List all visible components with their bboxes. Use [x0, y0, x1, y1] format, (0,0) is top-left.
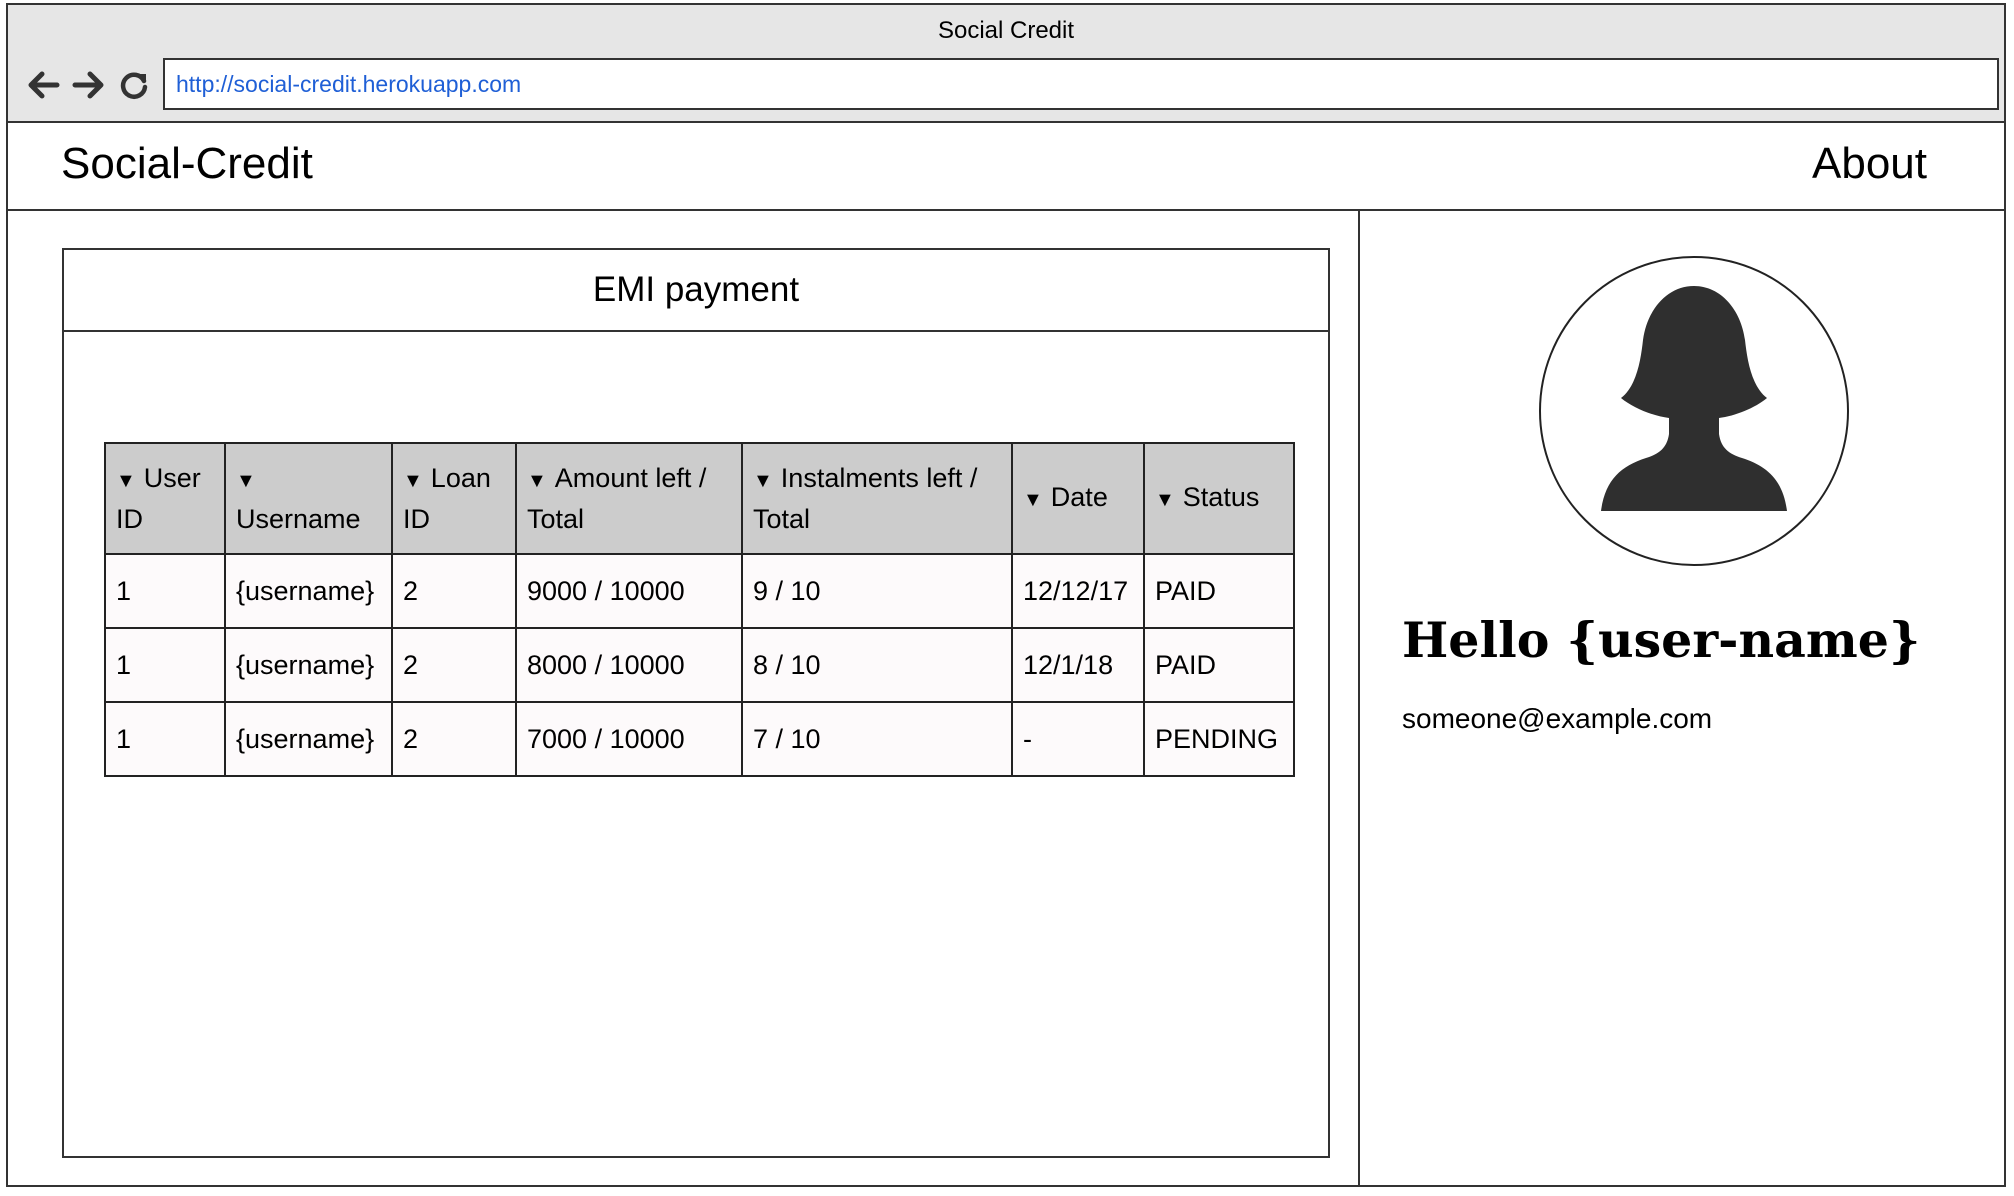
cell-user-id: 1: [104, 701, 226, 777]
triangle-down-icon: ▼: [753, 470, 773, 492]
triangle-down-icon: ▼: [527, 470, 547, 492]
cell-date: 12/1/18: [1011, 627, 1145, 703]
cell-user-id: 1: [104, 627, 226, 703]
emi-payment-panel: EMI payment ▼ User ID ▼ Username ▼ Loan ID ▼ A…: [62, 248, 1330, 1158]
reload-button[interactable]: [114, 65, 154, 105]
table-header-row: ▼ User ID ▼ Username ▼ Loan ID ▼ Amount left /…: [104, 442, 1295, 555]
panel-title: EMI payment: [64, 250, 1328, 332]
cell-loan-id: 2: [391, 701, 517, 777]
brand-link[interactable]: Social-Credit: [61, 139, 313, 189]
back-button[interactable]: [23, 65, 63, 105]
url-bar[interactable]: http://social-credit.herokuapp.com: [163, 58, 1999, 110]
column-header-user-id[interactable]: ▼ User ID: [104, 442, 226, 555]
cell-amount: 8000 / 10000: [515, 627, 743, 703]
cell-date: -: [1011, 701, 1145, 777]
refresh-icon: [120, 72, 148, 99]
url-text: http://social-credit.herokuapp.com: [176, 71, 522, 97]
column-header-status[interactable]: ▼ Status: [1143, 442, 1295, 555]
browser-window: Social Credit http://social-credit.herok…: [6, 3, 2006, 1187]
profile-email: someone@example.com: [1402, 703, 1713, 734]
cell-instalments: 7 / 10: [741, 701, 1013, 777]
cell-loan-id: 2: [391, 553, 517, 629]
cell-instalments: 8 / 10: [741, 627, 1013, 703]
cell-loan-id: 2: [391, 627, 517, 703]
triangle-down-icon: ▼: [116, 470, 136, 492]
sidebar-divider: [1358, 211, 1360, 1185]
cell-status: PAID: [1143, 627, 1295, 703]
triangle-down-icon: ▼: [1023, 489, 1043, 511]
cell-status: PENDING: [1143, 701, 1295, 777]
triangle-down-icon: ▼: [236, 470, 256, 492]
cell-username: {username}: [224, 701, 393, 777]
table-row: 1 {username} 2 8000 / 10000 8 / 10 12/1/…: [104, 627, 1295, 703]
column-header-username[interactable]: ▼ Username: [224, 442, 393, 555]
cell-username: {username}: [224, 627, 393, 703]
cell-status: PAID: [1143, 553, 1295, 629]
window-title: Social Credit: [937, 17, 1075, 44]
arrow-right-icon: [72, 71, 104, 99]
cell-user-id: 1: [104, 553, 226, 629]
profile-greeting: Hello {user-name}: [1402, 611, 1921, 669]
arrow-left-icon: [28, 71, 60, 99]
cell-amount: 9000 / 10000: [515, 553, 743, 629]
cell-date: 12/12/17: [1011, 553, 1145, 629]
browser-titlebar: Social Credit http://social-credit.herok…: [8, 5, 2004, 123]
table-row: 1 {username} 2 7000 / 10000 7 / 10 - PEN…: [104, 701, 1295, 777]
forward-button[interactable]: [69, 65, 109, 105]
user-silhouette-icon: [1601, 286, 1787, 511]
table-row: 1 {username} 2 9000 / 10000 9 / 10 12/12…: [104, 553, 1295, 629]
cell-amount: 7000 / 10000: [515, 701, 743, 777]
cell-instalments: 9 / 10: [741, 553, 1013, 629]
about-link[interactable]: About: [1812, 139, 1927, 189]
triangle-down-icon: ▼: [1155, 489, 1175, 511]
avatar: [1539, 256, 1849, 566]
column-header-loan-id[interactable]: ▼ Loan ID: [391, 442, 517, 555]
cell-username: {username}: [224, 553, 393, 629]
emi-table: ▼ User ID ▼ Username ▼ Loan ID ▼ Amount left /…: [104, 442, 1295, 777]
triangle-down-icon: ▼: [403, 470, 423, 492]
app-navbar: Social-Credit About: [8, 123, 2004, 211]
column-header-instalments[interactable]: ▼ Instalments left / Total: [741, 442, 1013, 555]
column-header-amount[interactable]: ▼ Amount left / Total: [515, 442, 743, 555]
column-header-date[interactable]: ▼ Date: [1011, 442, 1145, 555]
